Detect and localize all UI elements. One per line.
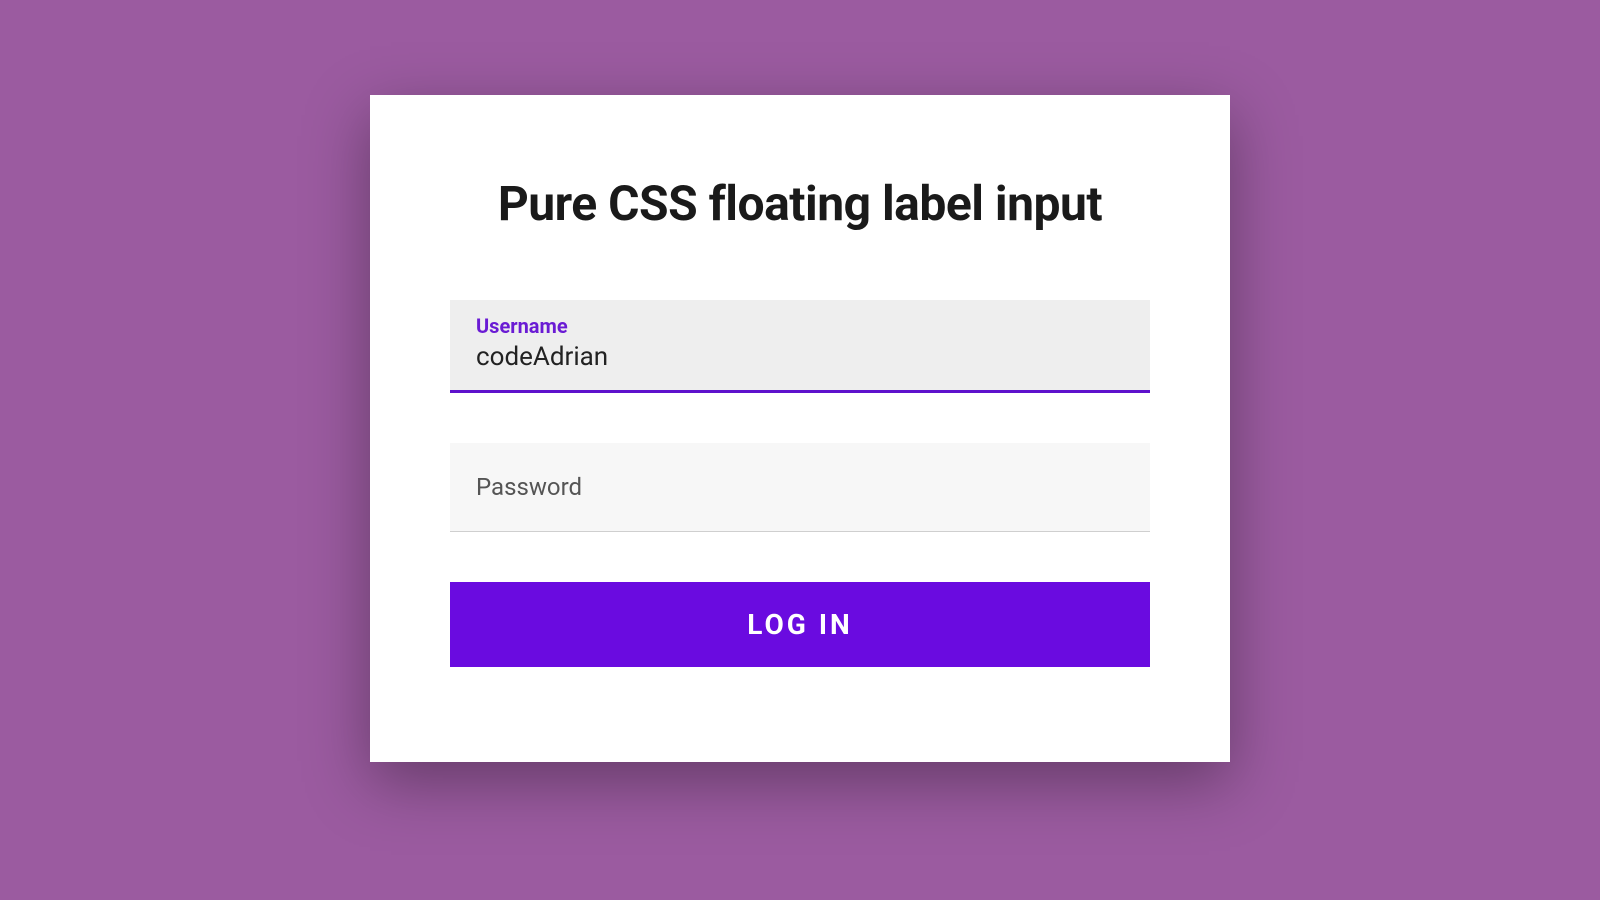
login-card: Pure CSS floating label input Username P…	[370, 95, 1230, 762]
username-input[interactable]	[476, 342, 1124, 372]
password-field-wrapper: Password	[450, 443, 1150, 532]
page-title: Pure CSS floating label input	[450, 175, 1150, 232]
login-button[interactable]: LOG IN	[450, 582, 1150, 667]
username-label: Username	[476, 314, 1124, 338]
username-field-wrapper: Username	[450, 300, 1150, 393]
